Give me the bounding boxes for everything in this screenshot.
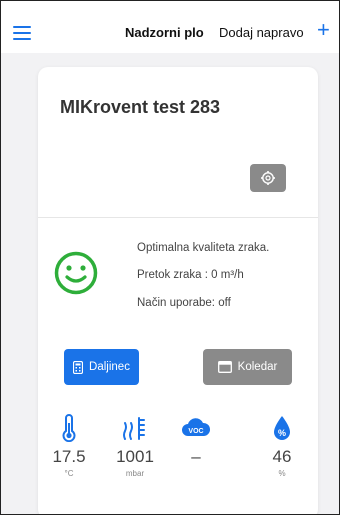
humidity-icon: %	[274, 416, 290, 440]
voc-icon: VOC	[182, 418, 211, 436]
pressure-sensor: 1001 mbar	[105, 413, 165, 478]
gear-icon	[261, 171, 275, 185]
temperature-value: 17.5	[52, 447, 86, 466]
airflow-text: Pretok zraka : 0 m³/h	[137, 269, 244, 281]
humidity-value: 46	[272, 447, 292, 466]
usage-mode-text: Način uporabe: off	[137, 297, 231, 309]
humidity-sensor: % 46 %	[252, 413, 312, 478]
voc-sensor: VOC –	[166, 413, 226, 469]
remote-button-label: Daljinec	[89, 361, 130, 373]
pressure-value: 1001	[116, 447, 154, 466]
add-icon[interactable]: +	[317, 19, 330, 41]
pressure-unit: mbar	[125, 469, 145, 478]
calendar-button-label: Koledar	[237, 361, 278, 373]
thermometer-icon	[62, 414, 76, 442]
humidity-unit: %	[278, 469, 286, 478]
remote-control-icon	[73, 360, 84, 374]
remote-button[interactable]: Daljinec	[64, 349, 139, 385]
calendar-icon	[217, 361, 232, 373]
page-title: Nadzorni plo	[125, 25, 204, 40]
add-device-link[interactable]: Dodaj napravo	[219, 25, 304, 40]
pressure-icon	[123, 417, 145, 440]
voc-value: –	[191, 447, 201, 466]
hamburger-menu-icon[interactable]	[13, 26, 31, 40]
top-navigation-bar: Nadzorni plo Dodaj napravo +	[1, 1, 339, 53]
app-frame: Nadzorni plo Dodaj napravo + MIKrovent t…	[0, 0, 340, 515]
calendar-button[interactable]: Koledar	[203, 349, 292, 385]
humidity-badge-text: %	[278, 428, 286, 438]
device-card: MIKrovent test 283 Optimalna kvaliteta z…	[38, 67, 318, 514]
smiley-face-icon	[54, 251, 98, 295]
divider	[38, 217, 318, 218]
voc-badge-text: VOC	[188, 428, 203, 435]
temperature-unit: °C	[64, 469, 74, 478]
settings-button[interactable]	[250, 164, 286, 192]
device-name: MIKrovent test 283	[60, 97, 221, 117]
temperature-sensor: 17.5 °C	[39, 413, 99, 478]
air-quality-text: Optimalna kvaliteta zraka.	[137, 242, 270, 254]
